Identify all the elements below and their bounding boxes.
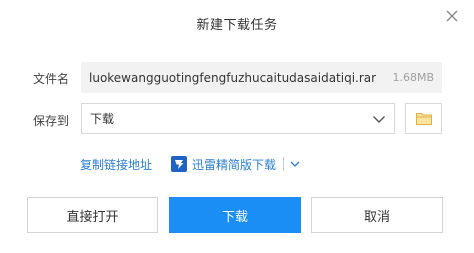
file-name-value[interactable]: luokewangguotingfengfuzhucaitudasaidatiq…: [89, 71, 376, 85]
cancel-button[interactable]: 取消: [311, 197, 443, 233]
thunder-download-group: 迅雷精简版下载: [171, 154, 301, 174]
thunder-logo-icon: [171, 156, 187, 172]
chevron-down-icon[interactable]: [289, 158, 301, 170]
new-download-dialog: 新建下载任务 文件名 luokewangguotingfengfuzhucait…: [0, 0, 474, 253]
open-directly-button[interactable]: 直接打开: [27, 197, 158, 233]
download-button[interactable]: 下载: [169, 197, 301, 233]
file-size: 1.68MB: [392, 71, 434, 84]
thunder-lite-download-link[interactable]: 迅雷精简版下载: [192, 156, 276, 173]
save-path-select[interactable]: 下载: [81, 103, 395, 134]
separator: [283, 157, 285, 171]
browse-folder-button[interactable]: [405, 103, 442, 134]
dialog-title: 新建下载任务: [196, 18, 278, 33]
copy-link-address[interactable]: 复制链接地址: [80, 156, 152, 173]
folder-icon: [415, 113, 432, 125]
file-name-field[interactable]: luokewangguotingfengfuzhucaitudasaidatiq…: [81, 62, 442, 93]
save-to-label: 保存到: [33, 114, 70, 128]
close-button[interactable]: [442, 6, 462, 26]
save-path-value: 下载: [90, 112, 115, 126]
file-name-label: 文件名: [33, 72, 70, 86]
close-icon: [446, 10, 458, 22]
chevron-down-icon: [373, 115, 385, 123]
